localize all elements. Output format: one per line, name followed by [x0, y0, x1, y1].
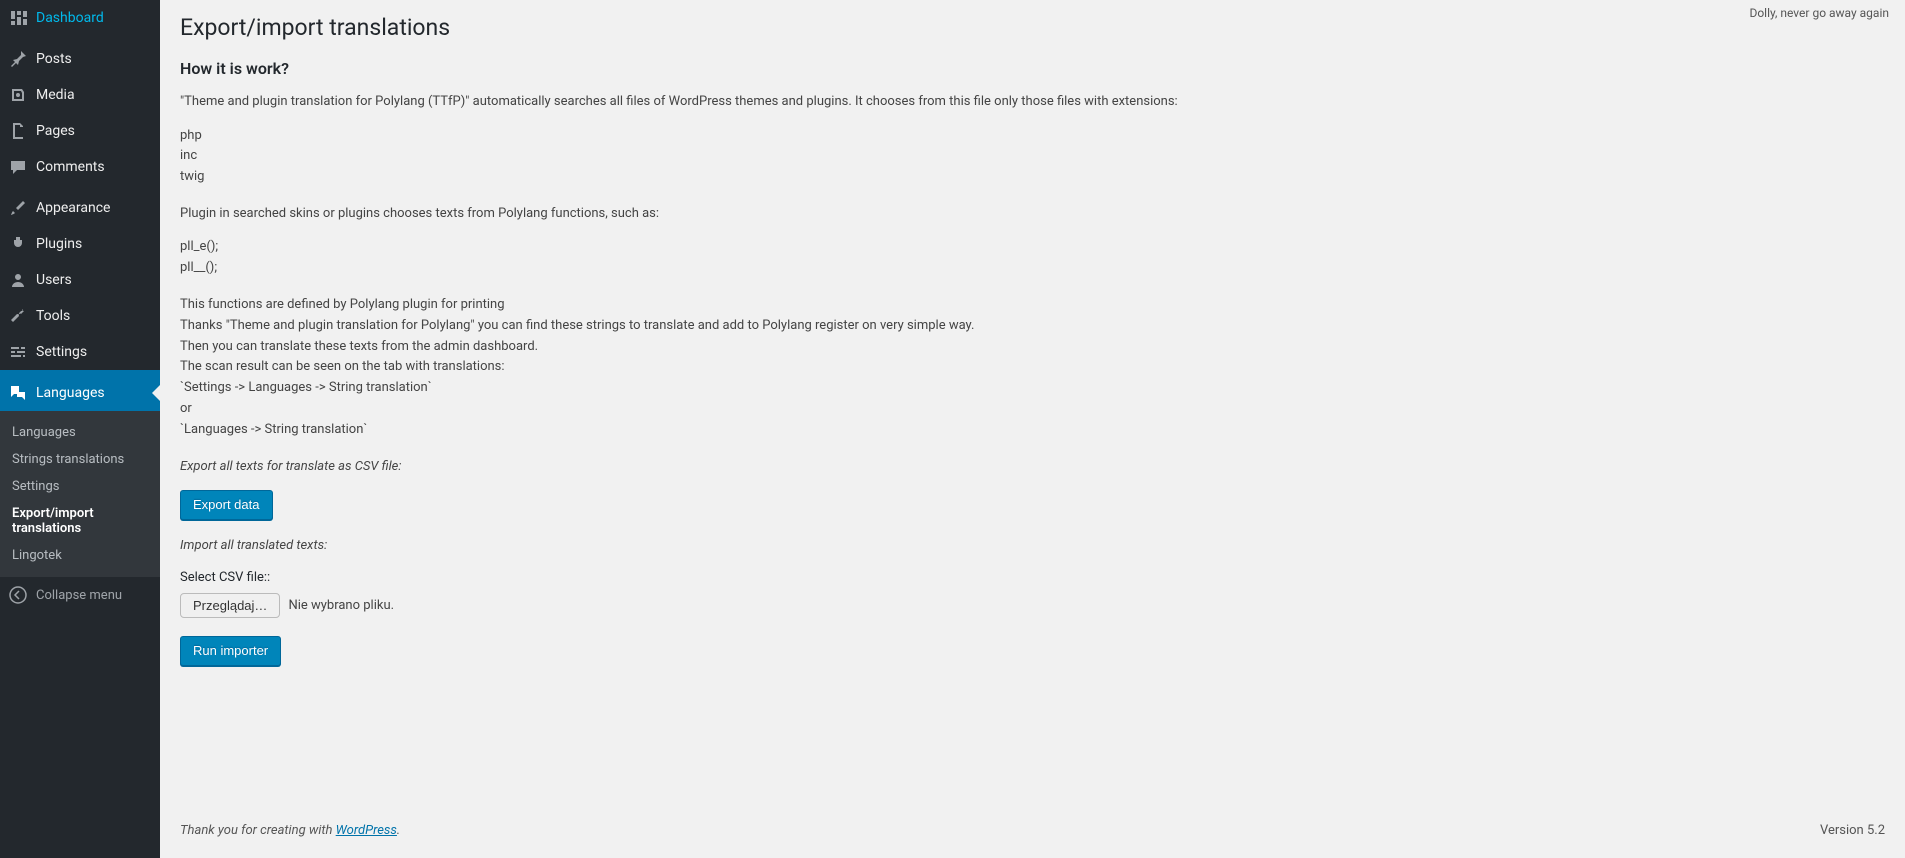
desc-line: `Settings -> Languages -> String transla… [180, 378, 1885, 399]
sidebar-item-comments[interactable]: Comments [0, 149, 160, 185]
wordpress-link[interactable]: WordPress [336, 823, 397, 838]
main-content: Dolly, never go away again Export/import… [160, 0, 1905, 858]
browse-file-button[interactable]: Przeglądaj… [180, 593, 280, 618]
sidebar-item-label: Media [36, 87, 75, 103]
sidebar-item-pages[interactable]: Pages [0, 113, 160, 149]
import-label: Import all translated texts: [180, 536, 1885, 556]
translate-icon [8, 383, 28, 403]
sidebar-item-label: Plugins [36, 236, 82, 252]
sidebar-item-dashboard[interactable]: Dashboard [0, 0, 160, 36]
dashboard-icon [8, 8, 28, 28]
desc-line: Then you can translate these texts from … [180, 337, 1885, 358]
submenu-item-settings[interactable]: Settings [0, 473, 160, 500]
file-status-text: Nie wybrano pliku. [288, 598, 394, 613]
desc-line: Thanks "Theme and plugin translation for… [180, 316, 1885, 337]
admin-sidebar: Dashboard Posts Media Pages Comments App… [0, 0, 160, 858]
sidebar-item-label: Tools [36, 308, 70, 324]
ext-item: php [180, 126, 1885, 147]
intro-text: "Theme and plugin translation for Polyla… [180, 92, 1885, 112]
extensions-list: php inc twig [180, 126, 1885, 188]
sidebar-submenu: Languages Strings translations Settings … [0, 411, 160, 577]
submenu-item-strings[interactable]: Strings translations [0, 446, 160, 473]
pin-icon [8, 49, 28, 69]
sidebar-item-label: Dashboard [36, 10, 104, 26]
func-item: pll_e(); [180, 237, 1885, 258]
sidebar-item-users[interactable]: Users [0, 262, 160, 298]
sidebar-item-languages[interactable]: Languages [0, 370, 160, 411]
sidebar-item-label: Languages [36, 385, 105, 401]
comment-icon [8, 157, 28, 177]
collapse-label: Collapse menu [36, 588, 122, 603]
export-data-button[interactable]: Export data [180, 490, 273, 520]
user-icon [8, 270, 28, 290]
plugin-text: Plugin in searched skins or plugins choo… [180, 204, 1885, 224]
page-icon [8, 121, 28, 141]
sidebar-item-tools[interactable]: Tools [0, 298, 160, 334]
sidebar-item-appearance[interactable]: Appearance [0, 185, 160, 226]
admin-footer: Thank you for creating with WordPress. V… [180, 807, 1885, 858]
page-title: Export/import translations [180, 14, 1885, 41]
submenu-item-languages[interactable]: Languages [0, 419, 160, 446]
desc-line: or [180, 399, 1885, 420]
collapse-menu[interactable]: Collapse menu [0, 577, 160, 613]
sidebar-item-label: Comments [36, 159, 105, 175]
sidebar-item-label: Users [36, 272, 72, 288]
file-input-row: Przeglądaj… Nie wybrano pliku. [180, 593, 1885, 618]
media-icon [8, 85, 28, 105]
sidebar-item-settings[interactable]: Settings [0, 334, 160, 370]
run-importer-button[interactable]: Run importer [180, 636, 281, 666]
select-csv-label: Select CSV file:: [180, 570, 1885, 585]
sidebar-item-media[interactable]: Media [0, 77, 160, 113]
hello-dolly-lyric: Dolly, never go away again [1749, 6, 1889, 20]
sidebar-item-plugins[interactable]: Plugins [0, 226, 160, 262]
functions-list: pll_e(); pll__(); [180, 237, 1885, 279]
plug-icon [8, 234, 28, 254]
footer-version: Version 5.2 [1820, 823, 1885, 838]
func-item: pll__(); [180, 258, 1885, 279]
how-it-works-heading: How it is work? [180, 59, 1885, 78]
ext-item: inc [180, 146, 1885, 167]
brush-icon [8, 198, 28, 218]
desc-line: This functions are defined by Polylang p… [180, 295, 1885, 316]
ext-item: twig [180, 167, 1885, 188]
wrench-icon [8, 306, 28, 326]
footer-thanks: Thank you for creating with WordPress. [180, 823, 400, 838]
sidebar-item-posts[interactable]: Posts [0, 36, 160, 77]
sliders-icon [8, 342, 28, 362]
sidebar-item-label: Posts [36, 51, 72, 67]
collapse-icon [8, 585, 28, 605]
description-block: This functions are defined by Polylang p… [180, 295, 1885, 441]
submenu-item-export-import[interactable]: Export/import translations [0, 500, 160, 542]
desc-line: `Languages -> String translation` [180, 420, 1885, 441]
export-label: Export all texts for translate as CSV fi… [180, 457, 1885, 477]
desc-line: The scan result can be seen on the tab w… [180, 357, 1885, 378]
submenu-item-lingotek[interactable]: Lingotek [0, 542, 160, 569]
sidebar-item-label: Pages [36, 123, 75, 139]
sidebar-item-label: Appearance [36, 200, 110, 216]
sidebar-item-label: Settings [36, 344, 87, 360]
